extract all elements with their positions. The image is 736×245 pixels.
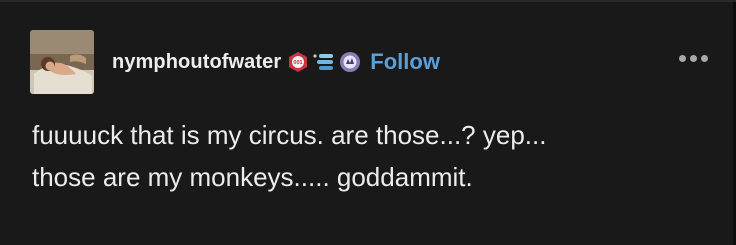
user-badges: 001 bbox=[287, 51, 361, 73]
post-text-line: fuuuuck that is my circus. are those...?… bbox=[32, 120, 547, 150]
red-hexagon-badge-icon[interactable]: 001 bbox=[287, 51, 309, 73]
username-link[interactable]: nymphoutofwater bbox=[112, 51, 281, 74]
more-options-icon[interactable] bbox=[679, 55, 708, 62]
dot bbox=[679, 55, 686, 62]
post-header: nymphoutofwater 001 Follow bbox=[30, 30, 440, 94]
follow-button[interactable]: Follow bbox=[370, 49, 440, 75]
avatar-photo-icon bbox=[30, 30, 94, 94]
avatar[interactable] bbox=[30, 30, 94, 94]
purple-circle-badge-icon[interactable] bbox=[339, 51, 361, 73]
post-body: fuuuuck that is my circus. are those...?… bbox=[32, 114, 712, 198]
post-text-line: those are my monkeys..... goddammit. bbox=[32, 162, 473, 192]
badge-text: 001 bbox=[294, 60, 303, 66]
post-card: nymphoutofwater 001 Follow fuuuuck that … bbox=[0, 0, 736, 245]
dot bbox=[690, 55, 697, 62]
dot bbox=[701, 55, 708, 62]
blue-stack-badge-icon[interactable] bbox=[312, 51, 336, 73]
